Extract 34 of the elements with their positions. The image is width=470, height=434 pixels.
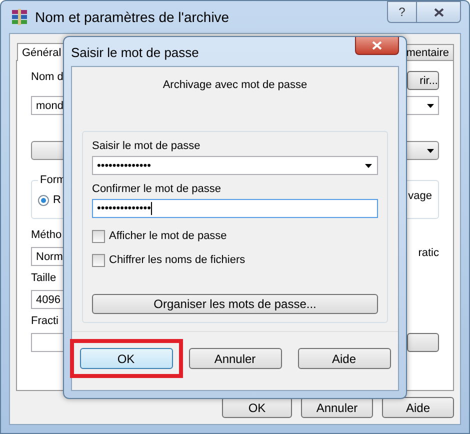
field-label: Métho	[31, 229, 62, 241]
dialog-heading: Archivage avec mot de passe	[162, 79, 308, 91]
radio-option[interactable]: R	[38, 190, 61, 210]
side-button[interactable]	[407, 333, 439, 352]
browse-button[interactable]: rir...	[407, 71, 439, 90]
field-label: Saisir le mot de passe	[92, 140, 200, 152]
option-label: vage	[408, 190, 432, 202]
organize-passwords-button[interactable]: Organiser les mots de passe...	[92, 294, 378, 314]
dropdown-arrow-icon	[427, 148, 434, 152]
option-label: ratic	[418, 247, 439, 259]
close-button[interactable]	[355, 37, 399, 55]
field-label: Fracti	[31, 315, 58, 327]
archive-books-icon	[11, 8, 29, 26]
close-button[interactable]	[417, 1, 461, 23]
dropdown-arrow-icon	[427, 104, 434, 108]
dialog-title: Saisir le mot de passe	[71, 44, 199, 60]
password-combobox[interactable]: ••••••••••••••	[92, 156, 378, 175]
dialog-button[interactable]: OK	[222, 397, 292, 418]
checkbox-option[interactable]: Afficher le mot de passe	[92, 226, 378, 246]
dialog-button[interactable]: Aide	[298, 348, 390, 369]
dialog-button[interactable]: Aide	[382, 397, 454, 418]
dialog-button[interactable]: Annuler	[188, 348, 282, 369]
ok-button[interactable]: OK	[80, 348, 172, 369]
field-label: Nom d	[31, 71, 64, 83]
dropdown-arrow-icon	[365, 164, 372, 168]
field-label: Taille	[31, 272, 56, 284]
help-button[interactable]: ?	[387, 1, 417, 23]
close-icon	[372, 41, 382, 50]
checkbox-option[interactable]: Chiffrer les noms de fichiers	[92, 250, 378, 270]
close-icon	[434, 8, 444, 16]
window-title: Nom et paramètres de l'archive	[35, 9, 230, 25]
dialog-button[interactable]: Annuler	[301, 397, 373, 418]
field-label: Confirmer le mot de passe	[92, 183, 221, 195]
password-field[interactable]: ••••••••••••••	[92, 199, 378, 218]
